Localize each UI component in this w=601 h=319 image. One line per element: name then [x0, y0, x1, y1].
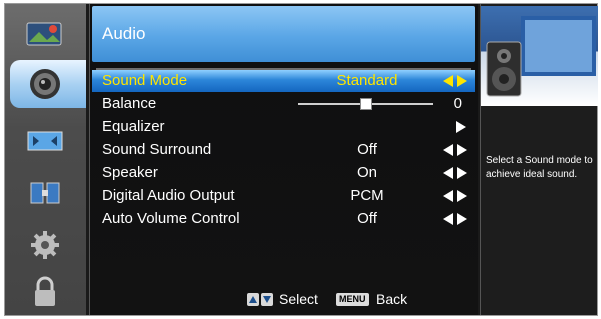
screen-icon[interactable] [23, 124, 67, 158]
select-hint-label: Select [279, 291, 318, 307]
menu-row-equalizer[interactable]: Equalizer [92, 116, 475, 138]
back-hint-label: Back [376, 291, 408, 307]
menu-row-value: Off [357, 210, 377, 227]
up-key-icon [247, 293, 259, 306]
menu-row-label: Sound Mode [102, 72, 188, 89]
menu-row-label: Auto Volume Control [102, 210, 240, 227]
menu-row-sound-surround[interactable]: Sound Surround Off [92, 139, 475, 161]
menu-row-label: Equalizer [102, 118, 165, 135]
menu-row-sound-mode[interactable]: Sound Mode Standard [92, 70, 475, 92]
menu-row-speaker[interactable]: Speaker On [92, 162, 475, 184]
menu-row-value: 0 [453, 95, 462, 112]
left-right-arrow-icon[interactable] [443, 75, 467, 87]
menu-row-value: On [356, 164, 377, 181]
left-right-arrow-icon[interactable] [443, 144, 467, 156]
speaker-icon[interactable] [23, 67, 67, 101]
lock-icon[interactable] [23, 275, 67, 309]
menu-row-digital-audio-output[interactable]: Digital Audio Output PCM [92, 185, 475, 207]
left-right-arrow-icon[interactable] [443, 213, 467, 225]
menu-row-balance[interactable]: Balance 0 [92, 93, 475, 115]
menu-row-label: Speaker [102, 164, 158, 181]
audio-menu-panel: Audio Sound Mode Standard Balance 0 Equa… [89, 4, 478, 315]
left-right-arrow-icon[interactable] [443, 167, 467, 179]
settings-gear-icon[interactable] [23, 228, 67, 262]
menu-row-label: Digital Audio Output [102, 187, 235, 204]
tv-osd-frame: Audio Sound Mode Standard Balance 0 Equa… [4, 3, 598, 316]
menu-row-value: Off [357, 141, 377, 158]
balance-slider-knob[interactable] [360, 98, 372, 110]
menu-row-auto-volume-control[interactable]: Auto Volume Control Off [92, 208, 475, 230]
help-description: Select a Sound mode to achieve ideal sou… [486, 155, 593, 180]
down-key-icon [261, 293, 273, 306]
menu-row-value: PCM [350, 187, 384, 204]
channel-icon[interactable] [23, 176, 67, 210]
speaker-illustration-icon [481, 6, 598, 106]
left-right-arrow-icon[interactable] [443, 190, 467, 202]
menu-row-value: Standard [336, 72, 398, 89]
help-panel: Select a Sound mode to achieve ideal sou… [480, 4, 598, 315]
menu-row-label: Balance [102, 95, 157, 112]
category-sidebar [5, 4, 86, 315]
key-hint-bar: Select MENU Back [90, 290, 479, 310]
menu-row-label: Sound Surround [102, 141, 212, 158]
menu-key-icon: MENU [336, 293, 369, 306]
menu-header: Audio [92, 6, 475, 62]
page-title: Audio [102, 24, 146, 43]
picture-icon[interactable] [23, 18, 67, 52]
right-arrow-icon[interactable] [456, 121, 466, 133]
balance-slider[interactable] [298, 98, 433, 110]
